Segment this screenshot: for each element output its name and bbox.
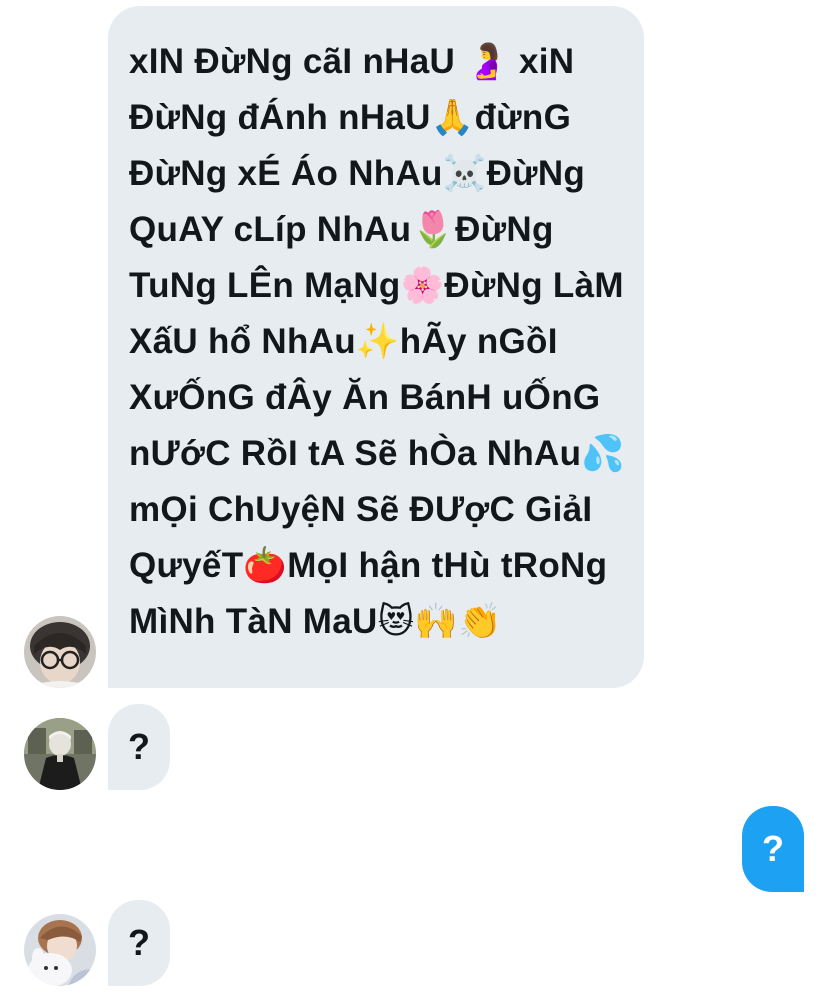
sender-avatar[interactable] xyxy=(24,914,96,986)
avatar-image xyxy=(24,616,96,688)
message-bubble-incoming[interactable]: xIN ĐừNg cãI nHaU 🤰 xiN ĐừNg đÁnh nHaU🙏đ… xyxy=(108,6,644,688)
avatar-image xyxy=(24,718,96,790)
message-text: ? xyxy=(762,828,784,869)
message-text: xIN ĐừNg cãI nHaU 🤰 xiN ĐừNg đÁnh nHaU🙏đ… xyxy=(129,42,626,641)
sender-avatar[interactable] xyxy=(24,616,96,688)
message-bubble-incoming[interactable]: ? xyxy=(108,900,170,986)
message-bubble-incoming[interactable]: ? xyxy=(108,704,170,790)
message-text: ? xyxy=(128,726,150,767)
sender-avatar[interactable] xyxy=(24,718,96,790)
avatar-image xyxy=(24,914,96,986)
message-bubble-outgoing[interactable]: ? xyxy=(742,806,804,892)
message-text: ? xyxy=(128,922,150,963)
